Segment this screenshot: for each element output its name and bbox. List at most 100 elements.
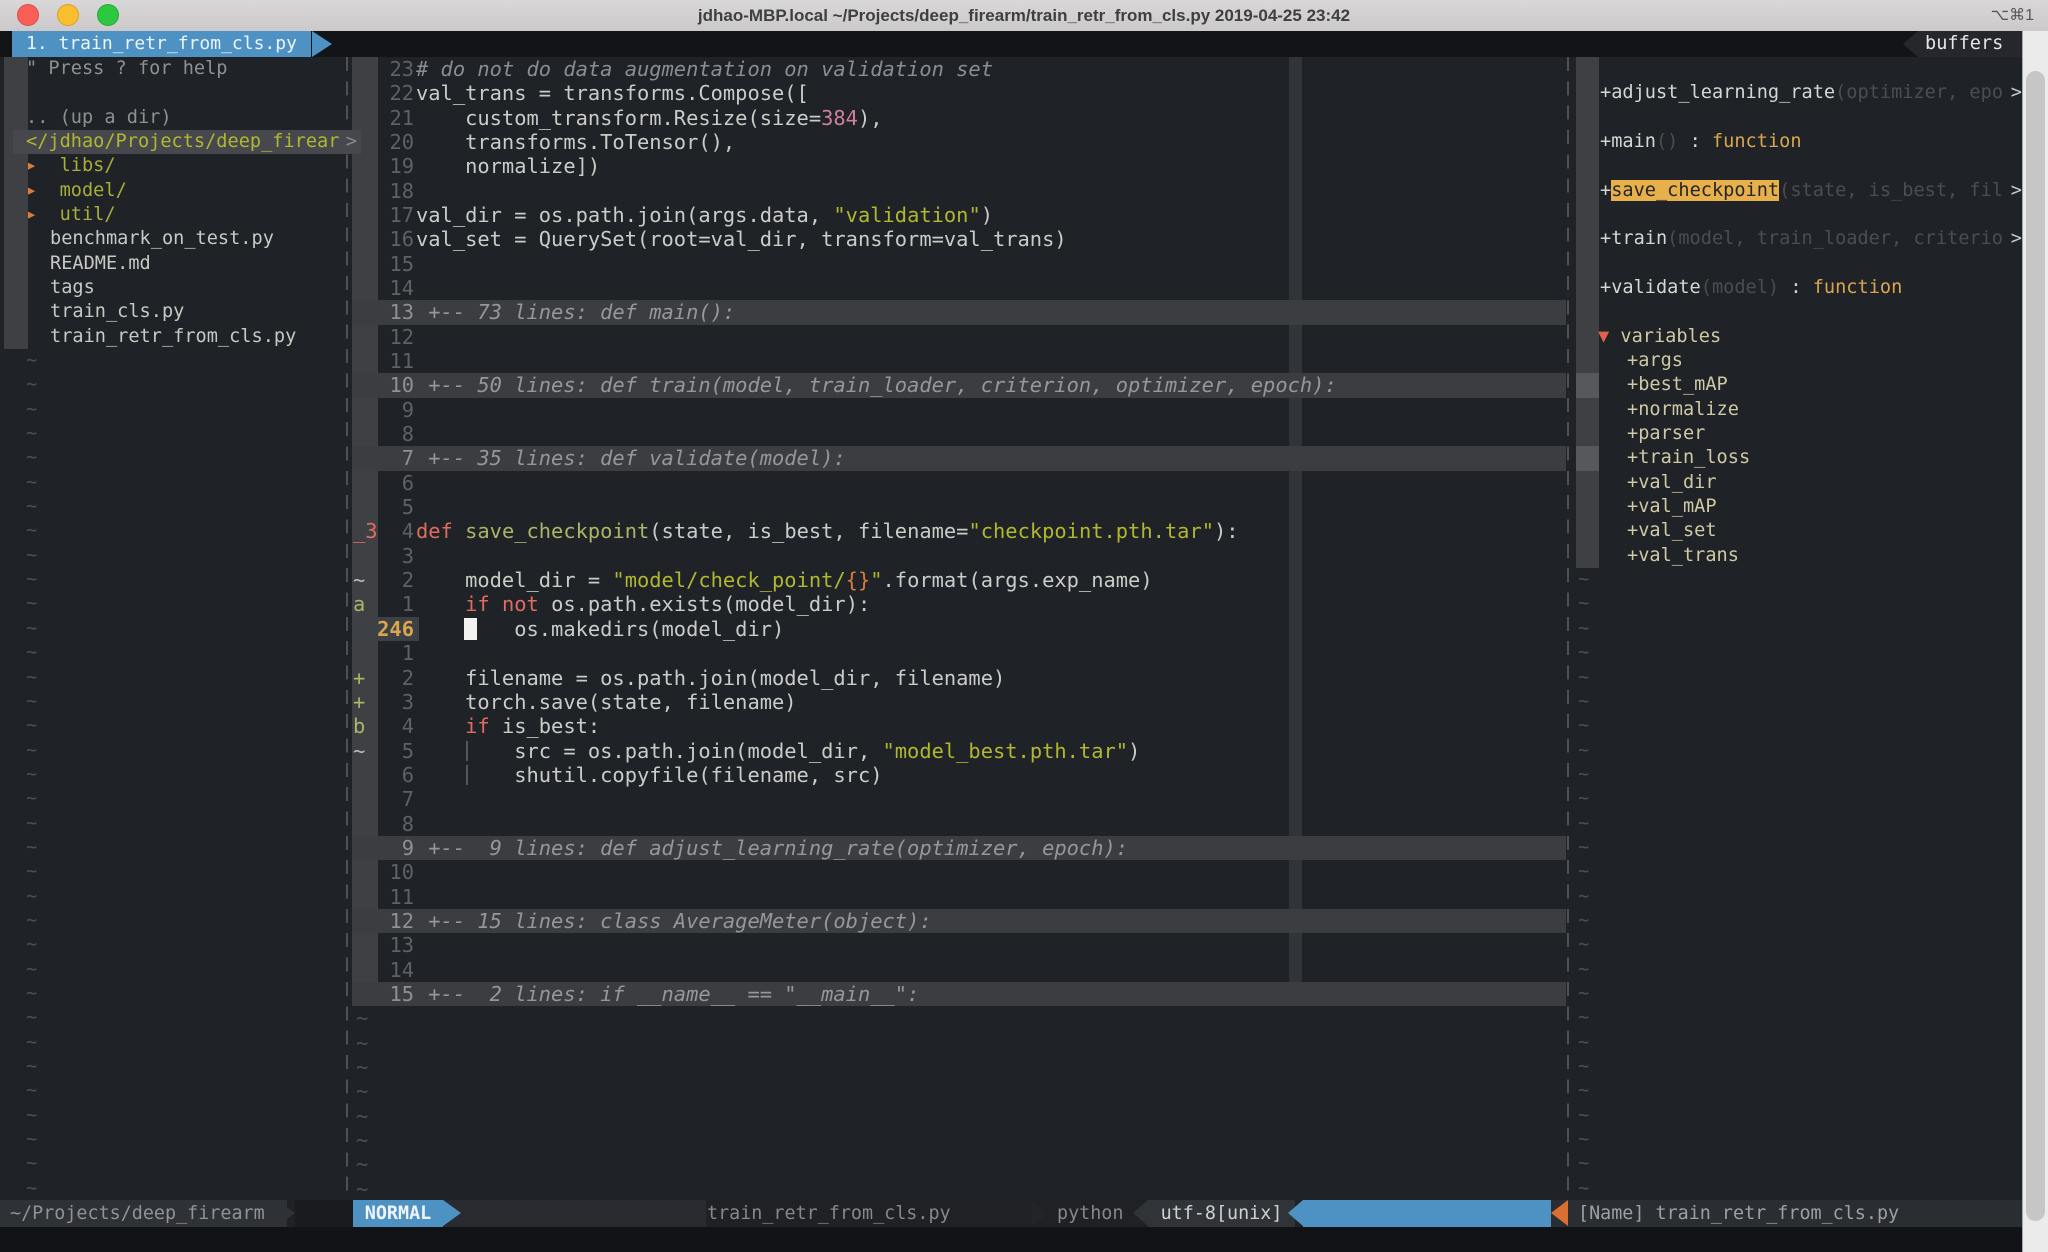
- window-separator[interactable]: [346, 57, 348, 1200]
- git-sign: ~: [353, 568, 365, 592]
- empty-line-tilde: ~: [1578, 568, 1589, 592]
- vim-tabline: 1. train_retr_from_cls.py buffers: [0, 31, 2048, 57]
- empty-line-tilde: ~: [26, 714, 37, 738]
- vim-command-line[interactable]: [0, 1227, 2022, 1252]
- empty-line-tilde: ~: [1578, 617, 1589, 641]
- empty-line-tilde: ~: [1578, 885, 1589, 909]
- folded-code-line[interactable]: +-- 73 lines: def main():: [416, 300, 735, 324]
- tagbar-variable-tag[interactable]: +best_mAP: [1627, 373, 1728, 397]
- git-segment: +8 ~3 -3 master⚡: [443, 1200, 706, 1227]
- tagbar-variable-tag[interactable]: +val_dir: [1627, 471, 1717, 495]
- dir-name[interactable]: libs/: [60, 155, 116, 176]
- tagbar-function-tag[interactable]: +save_checkpoint(state, is_best, fil>: [1600, 179, 2022, 203]
- tagbar-variable-tag[interactable]: +val_trans: [1627, 544, 1739, 568]
- window-scrollbar[interactable]: [2022, 31, 2048, 1252]
- buffers-label[interactable]: buffers: [1925, 31, 2003, 57]
- nerdtree-statusline: ~/Projects/deep_firearm: [0, 1200, 287, 1227]
- nerdtree-file-item[interactable]: README.md: [50, 252, 151, 276]
- empty-line-tilde: ~: [356, 1128, 368, 1152]
- mode-segment: NORMAL: [353, 1200, 443, 1227]
- code-line[interactable]: if is_best:: [416, 714, 600, 738]
- line-number: 3: [352, 544, 414, 568]
- truncation-icon: >: [2011, 227, 2022, 251]
- fold-line-number: 12: [352, 909, 414, 933]
- folded-code-line[interactable]: +-- 35 lines: def validate(model):: [416, 446, 846, 470]
- code-line[interactable]: def save_checkpoint(state, is_best, file…: [416, 519, 1239, 543]
- folded-code-line[interactable]: +-- 2 lines: if __name__ == "__main__":: [416, 982, 919, 1006]
- nerdtree-dir-item[interactable]: ▸ util/: [26, 203, 116, 227]
- nerdtree-file-item[interactable]: train_cls.py: [50, 300, 184, 324]
- folded-code-line[interactable]: +-- 9 lines: def adjust_learning_rate(op…: [416, 836, 1128, 860]
- line-number: 9: [352, 398, 414, 422]
- line-number: 23: [352, 57, 414, 81]
- nerdtree-dir-item[interactable]: ▸ libs/: [26, 154, 116, 178]
- tagbar-kind-header[interactable]: ▼ variables: [1598, 325, 1721, 349]
- code-line[interactable]: val_set = QuerySet(root=val_dir, transfo…: [416, 227, 1067, 251]
- code-line[interactable]: filename = os.path.join(model_dir, filen…: [416, 666, 1005, 690]
- window-shortcut-badge: ⌥⌘1: [1991, 0, 2034, 31]
- line-number: 12: [352, 325, 414, 349]
- fold-line-number: 13: [352, 300, 414, 324]
- tagbar-variable-tag[interactable]: +args: [1627, 349, 1683, 373]
- nerdtree-up-dir[interactable]: .. (up a dir): [26, 106, 172, 130]
- tag-name: +: [1600, 180, 1611, 201]
- tagbar-function-tag[interactable]: +validate(model) : function: [1600, 276, 2022, 300]
- empty-line-tilde: ~: [1578, 666, 1589, 690]
- tagbar-variable-tag[interactable]: +train_loss: [1627, 446, 1750, 470]
- empty-line-tilde: ~: [26, 958, 37, 982]
- fold-line-number: 15: [352, 982, 414, 1006]
- code-line[interactable]: transforms.ToTensor(),: [416, 130, 735, 154]
- empty-line-tilde: ~: [26, 471, 37, 495]
- nerdtree-file-item[interactable]: tags: [50, 276, 95, 300]
- line-number: 10: [352, 860, 414, 884]
- empty-line-tilde: ~: [1578, 787, 1589, 811]
- code-line[interactable]: torch.save(state, filename): [416, 690, 797, 714]
- tagbar-function-tag[interactable]: +adjust_learning_rate(optimizer, epo>: [1600, 81, 2022, 105]
- nerdtree-root[interactable]: </jdhao/Projects/deep_firear>: [13, 130, 361, 154]
- line-number: 7: [352, 787, 414, 811]
- nerdtree-file-item[interactable]: benchmark_on_test.py: [50, 227, 274, 251]
- tagbar-variable-tag[interactable]: +val_mAP: [1627, 495, 1717, 519]
- nerdtree-dir-item[interactable]: ▸ model/: [26, 179, 127, 203]
- tag-separator: :: [1779, 277, 1813, 298]
- chevron-right-icon[interactable]: ▸: [26, 155, 60, 176]
- code-line[interactable]: val_dir = os.path.join(args.data, "valid…: [416, 203, 993, 227]
- dir-name[interactable]: model/: [60, 180, 127, 201]
- empty-line-tilde: ~: [1578, 1031, 1589, 1055]
- empty-line-tilde: ~: [26, 422, 37, 446]
- tagbar-function-tag[interactable]: +train(model, train_loader, criterio>: [1600, 227, 2022, 251]
- tab-train-retr-from-cls[interactable]: 1. train_retr_from_cls.py: [12, 31, 311, 57]
- tagbar-function-tag[interactable]: +main() : function: [1600, 130, 2022, 154]
- empty-line-tilde: ~: [1578, 1152, 1589, 1176]
- fold-open-triangle-icon[interactable]: ▼: [1598, 326, 1620, 347]
- code-line[interactable]: # do not do data augmentation on validat…: [416, 57, 993, 81]
- code-line[interactable]: custom_transform.Resize(size=384),: [416, 106, 883, 130]
- nerdtree-file-item[interactable]: train_retr_from_cls.py: [50, 325, 296, 349]
- code-line[interactable]: if not os.path.exists(model_dir):: [416, 592, 870, 616]
- code-line[interactable]: model_dir = "model/check_point/{}".forma…: [416, 568, 1153, 592]
- code-line[interactable]: normalize]): [416, 154, 600, 178]
- buffers-wedge-icon: [1903, 31, 1918, 57]
- folded-code-line[interactable]: +-- 15 lines: class AverageMeter(object)…: [416, 909, 932, 933]
- empty-line-tilde: ~: [26, 1104, 37, 1128]
- empty-line-tilde: ~: [1578, 1104, 1589, 1128]
- empty-line-tilde: ~: [26, 1006, 37, 1030]
- dir-name[interactable]: util/: [60, 204, 116, 225]
- git-sign: a: [353, 592, 365, 616]
- chevron-right-icon[interactable]: ▸: [26, 180, 60, 201]
- line-number: 6: [352, 471, 414, 495]
- empty-line-tilde: ~: [26, 568, 37, 592]
- code-line[interactable]: src = os.path.join(model_dir, "model_bes…: [416, 739, 1140, 763]
- scrollbar-thumb[interactable]: [2026, 71, 2045, 1221]
- macos-titlebar[interactable]: jdhao-MBP.local ~/Projects/deep_firearm/…: [0, 0, 2048, 32]
- tagbar-variable-tag[interactable]: +val_set: [1627, 519, 1717, 543]
- folded-code-line[interactable]: +-- 50 lines: def train(model, train_loa…: [416, 373, 1337, 397]
- tagbar-variable-tag[interactable]: +parser: [1627, 422, 1705, 446]
- fold-line-number: 10: [352, 373, 414, 397]
- window-separator[interactable]: [1567, 57, 1569, 1200]
- code-line[interactable]: val_trans = transforms.Compose([: [416, 81, 809, 105]
- tagbar-gutter-strip-mark: [1576, 373, 1599, 397]
- code-line[interactable]: shutil.copyfile(filename, src): [416, 763, 883, 787]
- tagbar-variable-tag[interactable]: +normalize: [1627, 398, 1739, 422]
- chevron-right-icon[interactable]: ▸: [26, 204, 60, 225]
